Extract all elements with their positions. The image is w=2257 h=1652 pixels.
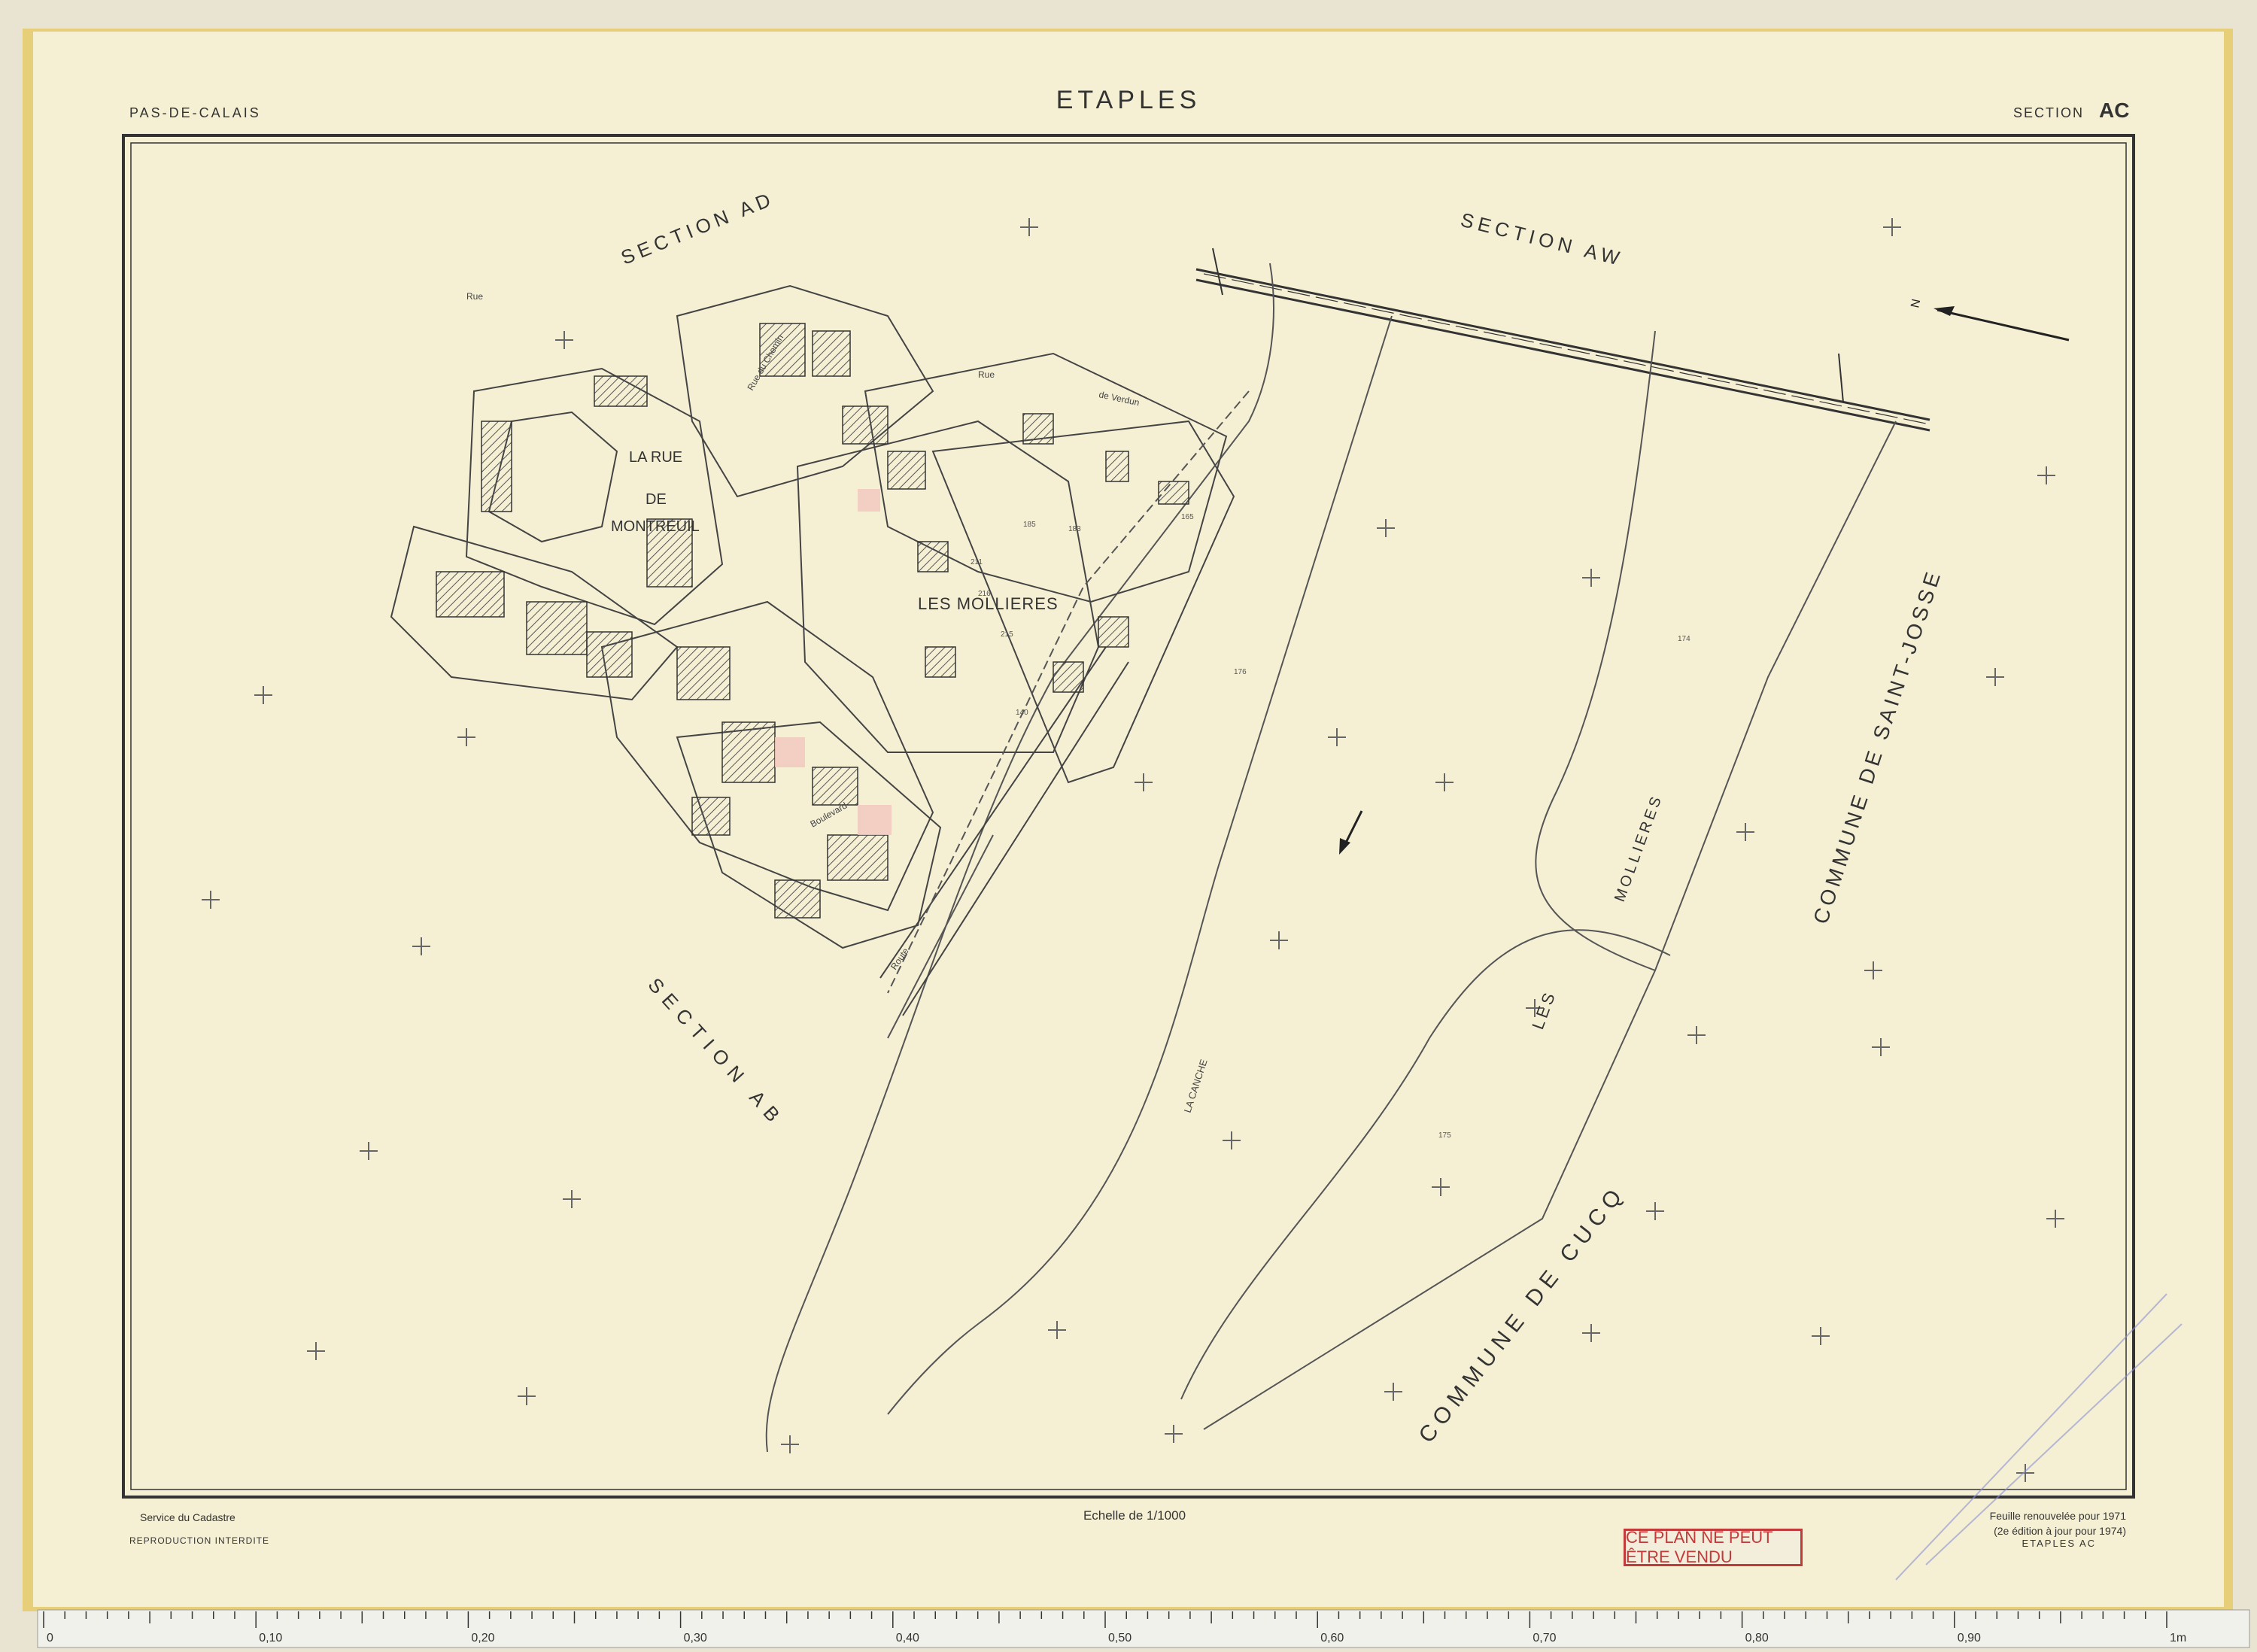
footer-edition: (2e édition à jour pour 1974)	[1994, 1525, 2126, 1537]
ruler-label: 0,50	[1108, 1632, 1132, 1644]
ruler-label: 0,90	[1958, 1632, 1981, 1644]
ruler-label: 0,10	[259, 1632, 282, 1644]
footer-reproduction: REPRODUCTION INTERDITE	[129, 1535, 269, 1546]
parcel-number: 175	[1438, 1131, 1451, 1140]
ruler-label: 0,70	[1533, 1632, 1556, 1644]
ruler-label: 1m	[2170, 1632, 2186, 1644]
ruler-label: 0,60	[1320, 1632, 1344, 1644]
footer-service: Service du Cadastre	[140, 1511, 235, 1523]
not-for-sale-stamp: CE PLAN NE PEUT ÊTRE VENDU	[1624, 1528, 1803, 1566]
street-label: Rue	[466, 291, 483, 302]
section-prefix: SECTION	[2013, 105, 2084, 120]
parcel-number: 215	[1001, 630, 1013, 639]
parcel-number: 165	[1181, 513, 1194, 521]
street-label: Rue	[978, 369, 995, 380]
ruler-label: 0,30	[684, 1632, 707, 1644]
footer-sheet-id: ETAPLES AC	[2022, 1538, 2096, 1549]
parcel-number: 216	[978, 590, 991, 598]
paper	[33, 32, 2224, 1607]
footer-renewed: Feuille renouvelée pour 1971	[1990, 1510, 2127, 1522]
parcel-number: 211	[971, 558, 983, 566]
footer-scale: Echelle de 1/1000	[1083, 1508, 1186, 1523]
parcel-number: 185	[1023, 521, 1036, 529]
ruler-label: 0,40	[896, 1632, 919, 1644]
parcel-number: 176	[1234, 668, 1247, 676]
ruler-label: 0	[47, 1632, 53, 1644]
section-code: AC	[2099, 99, 2129, 122]
label-la-rue: LA RUE	[629, 449, 682, 466]
commune-title: ETAPLES	[1056, 86, 1201, 114]
department-label: PAS-DE-CALAIS	[129, 105, 261, 120]
measuring-ruler: 0 0,10 0,20 0,30 0,40 0,50 0,60 0,70 0,80 0,90 1m	[37, 1609, 2250, 1648]
ruler-label: 0,80	[1745, 1632, 1769, 1644]
label-de: DE	[646, 491, 667, 508]
ruler-label: 0,20	[471, 1632, 494, 1644]
parcel-number: 140	[1016, 709, 1028, 717]
cadastral-map-sheet: PAS-DE-CALAIS ETAPLES SECTION AC SECTION…	[0, 0, 2257, 1652]
parcel-number: 174	[1678, 635, 1690, 643]
parcel-number: 183	[1068, 525, 1081, 533]
label-montreuil: MONTREUIL	[611, 518, 700, 535]
